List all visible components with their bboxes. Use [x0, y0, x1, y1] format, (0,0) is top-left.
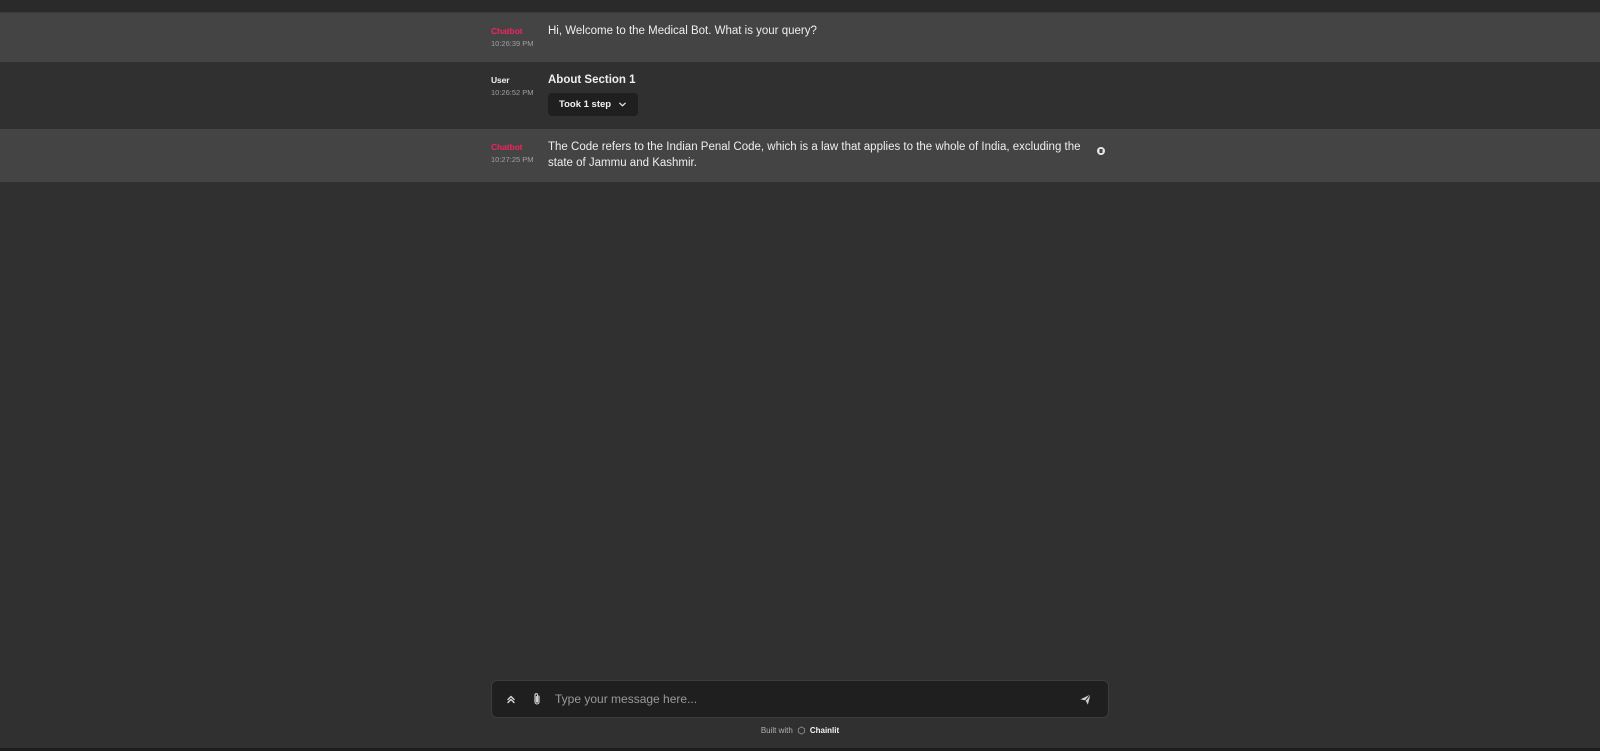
copy-icon[interactable]	[1096, 143, 1106, 155]
chainlit-link[interactable]: Chainlit	[810, 726, 839, 735]
chevrons-up-icon[interactable]	[502, 690, 520, 708]
message-container: Chatbot 10:26:39 PM Hi, Welcome to the M…	[491, 13, 1111, 62]
message-composer	[491, 680, 1109, 718]
message-row-bot-answer: Chatbot 10:27:25 PM The Code refers to t…	[0, 129, 1600, 182]
message-container: Chatbot 10:27:25 PM The Code refers to t…	[491, 129, 1111, 182]
message-content: Hi, Welcome to the Medical Bot. What is …	[548, 25, 817, 37]
chainlit-logo-icon	[797, 726, 806, 735]
message-timestamp: 10:26:52 PM	[491, 88, 534, 97]
message-author: Chatbot	[491, 142, 523, 152]
message-row-bot-welcome: Chatbot 10:26:39 PM Hi, Welcome to the M…	[0, 13, 1600, 62]
message-timestamp: 10:26:39 PM	[491, 39, 534, 48]
footer: Built with Chainlit	[491, 726, 1109, 735]
message-content: About Section 1	[548, 74, 636, 86]
message-author: User	[491, 75, 510, 85]
message-author: Chatbot	[491, 26, 523, 36]
steps-toggle-button[interactable]: Took 1 step	[548, 93, 639, 116]
steps-label: Took 1 step	[559, 99, 612, 110]
paperclip-icon[interactable]	[528, 690, 546, 708]
message-container: User 10:26:52 PM About Section 1 Took 1 …	[491, 62, 1111, 129]
message-timestamp: 10:27:25 PM	[491, 155, 534, 164]
built-with-label: Built with	[760, 726, 793, 735]
top-bar	[0, 0, 1600, 13]
message-content: The Code refers to the Indian Penal Code…	[548, 141, 1081, 169]
message-input[interactable]	[555, 689, 1055, 709]
chevron-down-icon	[618, 100, 627, 109]
send-icon[interactable]	[1076, 690, 1094, 708]
message-row-user: User 10:26:52 PM About Section 1 Took 1 …	[0, 62, 1600, 129]
